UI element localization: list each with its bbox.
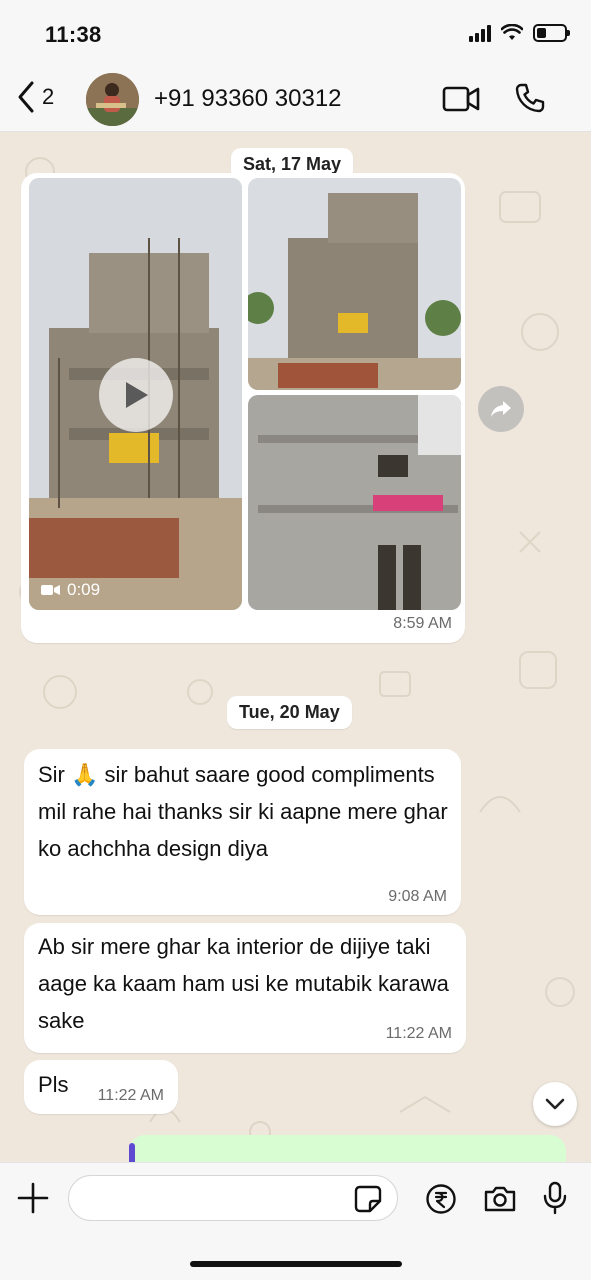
play-icon: [126, 382, 148, 408]
battery-level: [537, 28, 546, 38]
message-text: Ab sir mere ghar ka interior de dijiye t…: [38, 934, 449, 1033]
video-duration-label: 0:09: [67, 580, 101, 599]
play-button[interactable]: [99, 358, 173, 432]
video-duration: 0:09: [41, 580, 100, 600]
message-text: Pls: [38, 1072, 69, 1097]
avatar[interactable]: [86, 73, 139, 126]
photo-thumbnail[interactable]: [248, 178, 461, 390]
video-thumbnail[interactable]: 0:09: [29, 178, 242, 610]
reply-quote-bar: [129, 1143, 135, 1162]
message-time: 9:08 AM: [388, 888, 447, 905]
home-indicator: [190, 1261, 402, 1267]
avatar-image: [86, 73, 139, 126]
phone-icon[interactable]: [514, 82, 546, 114]
message-time: 11:22 AM: [385, 1025, 452, 1042]
plus-icon[interactable]: [16, 1181, 50, 1215]
battery-icon: [533, 24, 570, 42]
chat-header: 2 +91 93360 30312: [0, 66, 591, 132]
status-icons: [469, 24, 570, 42]
forward-arrow-icon: [491, 401, 511, 417]
wifi-icon: [501, 24, 523, 40]
status-bar: 11:38: [0, 0, 591, 66]
date-divider: Tue, 20 May: [227, 696, 352, 729]
chevron-left-icon: [18, 81, 34, 113]
sticker-icon[interactable]: [354, 1185, 382, 1213]
video-camera-icon: [41, 585, 60, 595]
incoming-message[interactable]: Ab sir mere ghar ka interior de dijiye t…: [24, 923, 466, 1053]
chat-area[interactable]: Sat, 17 May 0:09 8:59 AM Tue, 20 May Sir…: [0, 132, 591, 1162]
message-composer: [0, 1162, 591, 1280]
incoming-message[interactable]: Pls 11:22 AM: [24, 1060, 178, 1114]
building-photo: [248, 395, 461, 610]
chevron-down-icon: [545, 1098, 565, 1110]
media-message[interactable]: 0:09 8:59 AM: [21, 173, 465, 643]
message-time: 8:59 AM: [393, 615, 452, 632]
microphone-icon[interactable]: [543, 1181, 567, 1215]
cellular-signal-icon: [469, 24, 491, 42]
incoming-message[interactable]: Sir 🙏 sir bahut saare good compliments m…: [24, 749, 461, 915]
forward-button[interactable]: [478, 386, 524, 432]
message-time: 11:22 AM: [97, 1087, 164, 1104]
building-photo: [248, 178, 461, 390]
outgoing-message[interactable]: [129, 1135, 566, 1162]
camera-icon[interactable]: [483, 1185, 517, 1213]
status-time: 11:38: [45, 22, 102, 47]
back-button[interactable]: 2: [16, 80, 54, 114]
message-input[interactable]: [68, 1175, 398, 1221]
scroll-to-bottom-button[interactable]: [533, 1082, 577, 1126]
photo-thumbnail[interactable]: [248, 395, 461, 610]
video-call-icon[interactable]: [442, 84, 480, 114]
message-text: Sir 🙏 sir bahut saare good compliments m…: [38, 762, 448, 861]
unread-count: 2: [42, 84, 55, 109]
contact-name[interactable]: +91 93360 30312: [154, 85, 342, 113]
rupee-icon[interactable]: [425, 1183, 457, 1215]
